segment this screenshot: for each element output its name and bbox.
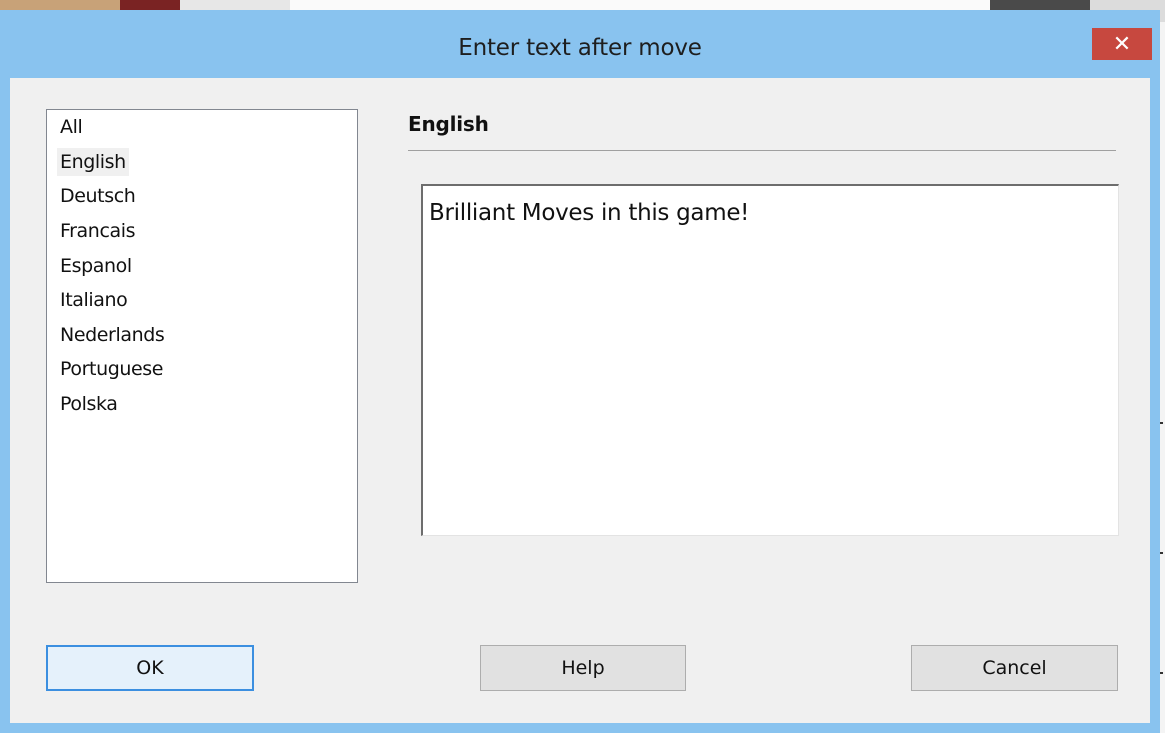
language-item-all[interactable]: All [57, 113, 85, 141]
close-button[interactable]: ✕ [1092, 28, 1152, 60]
dialog-window: Enter text after move ✕ All English Deut… [0, 10, 1160, 733]
language-item-nederlands[interactable]: Nederlands [57, 321, 167, 349]
cancel-button[interactable]: Cancel [911, 645, 1118, 691]
language-list[interactable]: All English Deutsch Francais Espanol Ita… [46, 109, 358, 583]
language-item-portuguese[interactable]: Portuguese [57, 355, 166, 383]
dialog-client-area: All English Deutsch Francais Espanol Ita… [10, 78, 1150, 723]
move-text-editor[interactable]: Brilliant Moves in this game! [421, 184, 1119, 536]
dialog-title: Enter text after move [458, 35, 702, 61]
section-divider [408, 150, 1116, 151]
language-item-francais[interactable]: Francais [57, 217, 138, 245]
close-icon: ✕ [1112, 31, 1132, 57]
language-item-italiano[interactable]: Italiano [57, 286, 130, 314]
help-button[interactable]: Help [480, 645, 686, 691]
language-item-english[interactable]: English [57, 148, 129, 176]
language-item-deutsch[interactable]: Deutsch [57, 182, 138, 210]
language-item-espanol[interactable]: Espanol [57, 252, 135, 280]
title-bar[interactable]: Enter text after move ✕ [0, 10, 1160, 78]
language-item-polska[interactable]: Polska [57, 390, 121, 418]
ok-button[interactable]: OK [46, 645, 254, 691]
language-section-title: English [408, 112, 489, 136]
